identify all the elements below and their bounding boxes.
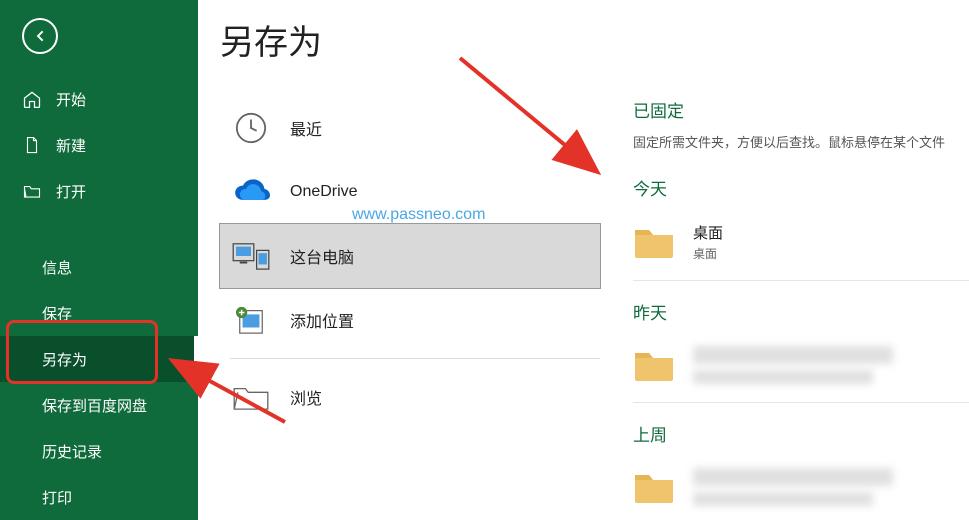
- back-arrow-icon: [32, 28, 48, 44]
- location-label: OneDrive: [290, 183, 358, 201]
- sidebar: 开始 新建 打开 信息 保存 另存为 保存到百度网盘 历史: [0, 0, 198, 520]
- recent-folders-panel: 已固定 固定所需文件夹，方便以后查找。鼠标悬停在某个文件 今天 桌面 桌面 昨天: [600, 15, 969, 520]
- folder-name: 桌面: [693, 222, 723, 243]
- folder-name: hidden: [693, 468, 893, 486]
- pinned-subtitle: 固定所需文件夹，方便以后查找。鼠标悬停在某个文件: [633, 132, 969, 151]
- location-label: 最近: [290, 116, 322, 140]
- clock-icon: [230, 107, 272, 149]
- location-recent[interactable]: 最近: [220, 96, 600, 160]
- main-content: 另存为 最近 OneDrive: [198, 0, 969, 520]
- location-label: 这台电脑: [290, 244, 354, 268]
- location-label: 浏览: [290, 385, 322, 409]
- folder-item-blurred[interactable]: hidden hidden path: [633, 458, 969, 516]
- sidebar-item-label: 信息: [42, 257, 72, 278]
- page-title: 另存为: [220, 15, 600, 64]
- browse-icon: [230, 376, 272, 418]
- folder-icon: [633, 347, 675, 383]
- sidebar-item-label: 另存为: [42, 349, 87, 370]
- sidebar-item-label: 历史记录: [42, 441, 102, 462]
- folder-path: 桌面: [693, 245, 723, 262]
- folder-item-blurred[interactable]: hidden 桌面 » hidden: [633, 336, 969, 394]
- folder-text: 桌面 桌面: [693, 222, 723, 262]
- folder-text: hidden hidden path: [693, 468, 893, 506]
- location-divider: [230, 358, 600, 359]
- home-icon: [22, 89, 42, 109]
- folder-open-icon: [22, 181, 42, 201]
- pinned-title: 已固定: [633, 97, 969, 122]
- add-location-icon: [230, 299, 272, 341]
- folder-path: hidden path: [693, 492, 873, 506]
- sidebar-item-label: 开始: [56, 89, 86, 110]
- folder-icon: [633, 469, 675, 505]
- location-browse[interactable]: 浏览: [220, 365, 600, 429]
- sidebar-item-label: 保存到百度网盘: [42, 395, 147, 416]
- app-root: 开始 新建 打开 信息 保存 另存为 保存到百度网盘 历史: [0, 0, 969, 520]
- document-icon: [22, 135, 42, 155]
- group-heading-lastweek: 上周: [633, 421, 969, 446]
- sidebar-item-home[interactable]: 开始: [0, 76, 198, 122]
- folder-item-desktop[interactable]: 桌面 桌面: [633, 212, 969, 272]
- back-button[interactable]: [22, 18, 58, 54]
- locations-panel: 另存为 最近 OneDrive: [220, 15, 600, 520]
- group-divider: [633, 402, 969, 403]
- sidebar-item-history[interactable]: 历史记录: [0, 428, 198, 474]
- folder-name: hidden: [693, 346, 893, 364]
- sidebar-item-label: 保存: [42, 303, 72, 324]
- sidebar-item-print[interactable]: 打印: [0, 474, 198, 520]
- cloud-icon: [230, 171, 272, 213]
- sidebar-item-save[interactable]: 保存: [0, 290, 198, 336]
- group-divider: [633, 280, 969, 281]
- sidebar-item-new[interactable]: 新建: [0, 122, 198, 168]
- location-this-pc[interactable]: 这台电脑: [220, 224, 600, 288]
- sidebar-item-baidu[interactable]: 保存到百度网盘: [0, 382, 198, 428]
- sidebar-item-label: 新建: [56, 135, 86, 156]
- group-heading-yesterday: 昨天: [633, 299, 969, 324]
- location-label: 添加位置: [290, 308, 354, 332]
- folder-icon: [633, 224, 675, 260]
- sidebar-item-label: 打开: [56, 181, 86, 202]
- sidebar-item-open[interactable]: 打开: [0, 168, 198, 214]
- folder-path: 桌面 » hidden: [693, 370, 873, 384]
- group-heading-today: 今天: [633, 175, 969, 200]
- pc-icon: [230, 235, 272, 277]
- sidebar-item-save-as[interactable]: 另存为: [0, 336, 198, 382]
- folder-text: hidden 桌面 » hidden: [693, 346, 893, 384]
- watermark: www.passneo.com: [352, 206, 485, 224]
- sidebar-item-label: 打印: [42, 487, 72, 508]
- sidebar-item-info[interactable]: 信息: [0, 244, 198, 290]
- location-add-place[interactable]: 添加位置: [220, 288, 600, 352]
